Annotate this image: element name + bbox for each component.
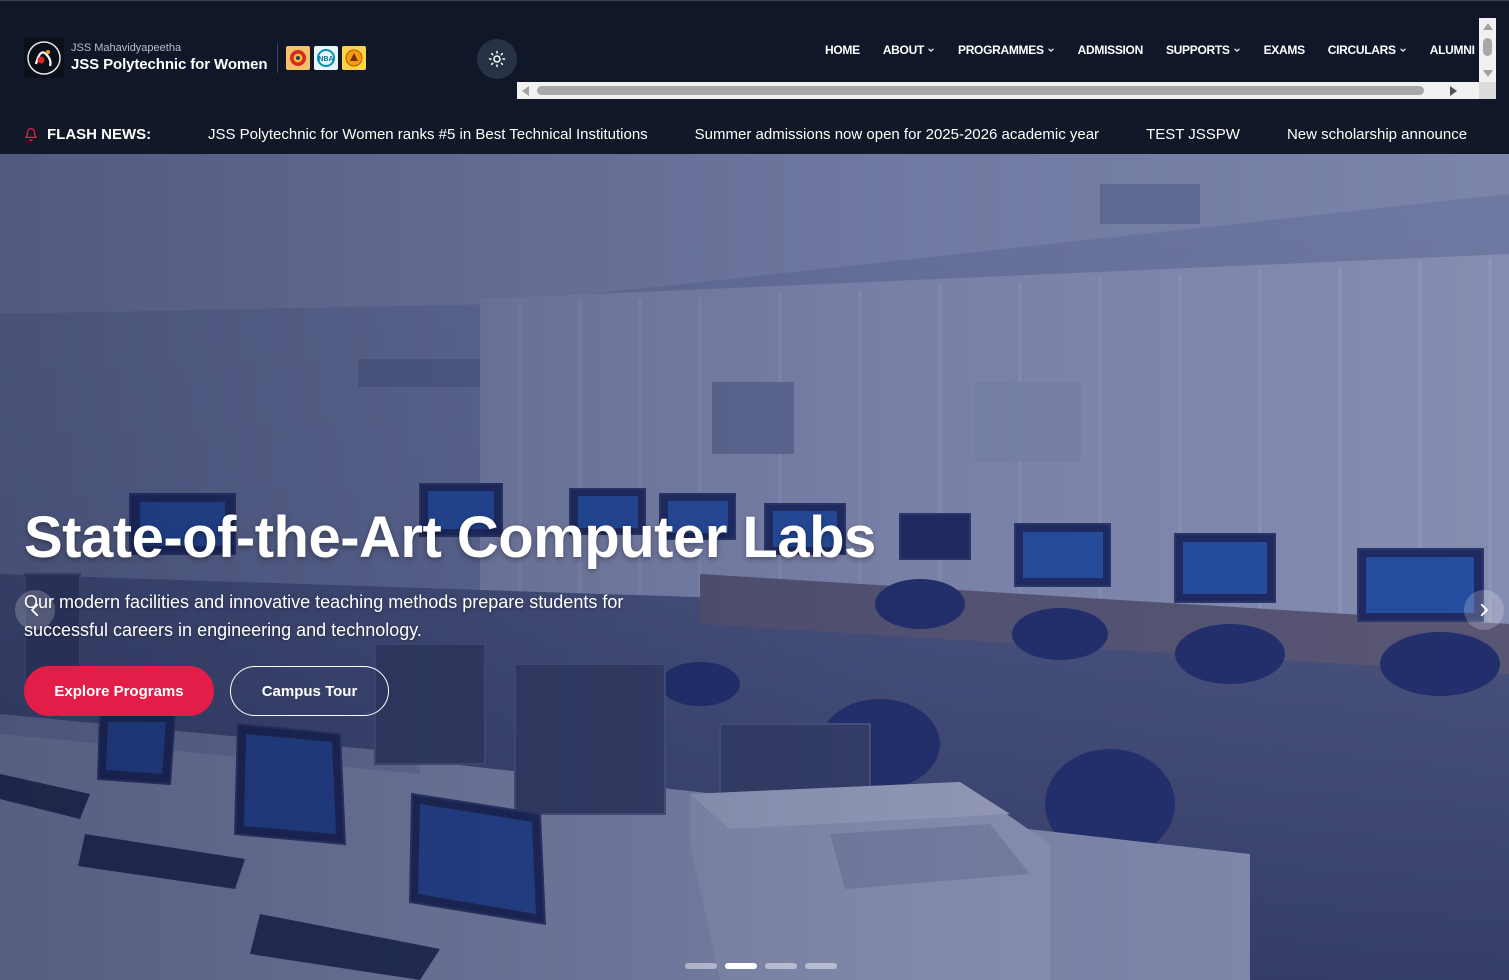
nav-item-programmes[interactable]: PROGRAMMES [958,43,1055,57]
chevron-down-icon [1233,48,1240,52]
news-ticker-item[interactable]: New scholarship announce [1287,126,1467,143]
nav-item-exams[interactable]: EXAMS [1264,43,1305,57]
scroll-down-icon[interactable] [1483,70,1493,77]
nav-item-admission[interactable]: ADMISSION [1077,43,1144,57]
news-ticker-item[interactable]: TEST JSSPW [1146,126,1240,143]
news-ticker: JSS Polytechnic for Women ranks #5 in Be… [208,115,1509,154]
nav-vertical-scrollbar[interactable] [1479,18,1496,82]
chevron-down-icon [1047,48,1054,52]
slide-indicator-4[interactable] [805,963,837,969]
hero-slider: State-of-the-Art Computer Labs Our moder… [0,154,1509,980]
scrollbar-thumb[interactable] [537,86,1424,95]
flash-news-title: FLASH NEWS: [47,126,152,143]
government-seal-icon [342,46,367,70]
scroll-left-icon[interactable] [522,86,529,96]
brand-parent-name: JSS Mahavidyapeetha [71,42,182,54]
brand-name: JSS Polytechnic for Women [71,56,268,73]
campus-tour-button[interactable]: Campus Tour [230,666,389,716]
nav-item-label: CIRCULARS [1327,43,1396,57]
nav-item-label: HOME [825,43,860,57]
bell-icon [24,127,38,142]
aicte-badge-icon [286,46,311,70]
main-nav: HOME ABOUT PROGRAMMES ADMISSION SUPPORTS EXAM… [517,18,1496,82]
chevron-right-icon [1480,603,1488,617]
nav-item-label: SUPPORTS [1165,43,1230,57]
jss-logo-icon[interactable] [24,38,64,78]
chevron-down-icon [1399,48,1406,52]
nav-item-label: ABOUT [882,43,924,57]
sun-icon [488,50,506,68]
chevron-down-icon [928,48,934,52]
flash-news-bar: FLASH NEWS: JSS Polytechnic for Women ra… [0,115,1509,154]
nav-item-label: ALUMNI [1429,43,1475,57]
flash-news-label: FLASH NEWS: [24,115,151,154]
news-ticker-item[interactable]: JSS Polytechnic for Women ranks #5 in Be… [208,126,648,143]
nba-badge-icon: NBA [314,46,339,70]
brand-text: JSS Mahavidyapeetha JSS Polytechnic for … [71,41,268,75]
scroll-right-icon[interactable] [1450,86,1457,96]
brand[interactable]: JSS Mahavidyapeetha JSS Polytechnic for … [24,38,367,78]
nav-item-supports[interactable]: SUPPORTS [1166,43,1241,57]
accreditation-badges: NBA [286,46,367,70]
nav-item-label: PROGRAMMES [957,43,1044,57]
hero-description: Our modern facilities and innovative tea… [24,592,624,640]
slide-indicators [685,963,837,969]
hero-title: State-of-the-Art Computer Labs [24,505,876,570]
scroll-up-icon[interactable] [1483,23,1493,30]
main-nav-container: HOME ABOUT PROGRAMMES ADMISSION SUPPORTS EXAM… [517,18,1496,99]
slide-indicator-3[interactable] [765,963,797,969]
chevron-left-icon [31,603,39,617]
explore-programs-button[interactable]: Explore Programs [24,666,214,716]
slide-indicator-2[interactable] [725,963,757,969]
nav-item-home[interactable]: HOME [825,43,860,57]
nav-item-about[interactable]: ABOUT [883,43,935,57]
nav-horizontal-scrollbar[interactable] [517,82,1479,99]
nav-item-label: ADMISSION [1077,43,1144,57]
scrollbar-thumb[interactable] [1483,38,1492,56]
news-ticker-item[interactable]: Summer admissions now open for 2025-2026… [695,126,1099,143]
slide-indicator-1[interactable] [685,963,717,969]
brand-divider [277,43,279,73]
theme-toggle-button[interactable] [477,39,517,79]
nav-item-label: EXAMS [1263,43,1305,57]
nav-item-alumni[interactable]: ALUMNI [1430,43,1475,57]
svg-text:NBA: NBA [319,56,334,63]
previous-slide-button[interactable] [15,590,55,630]
site-header: JSS Mahavidyapeetha JSS Polytechnic for … [0,0,1509,115]
nav-item-circulars[interactable]: CIRCULARS [1328,43,1407,57]
next-slide-button[interactable] [1464,590,1504,630]
scrollbar-corner [1479,82,1496,99]
